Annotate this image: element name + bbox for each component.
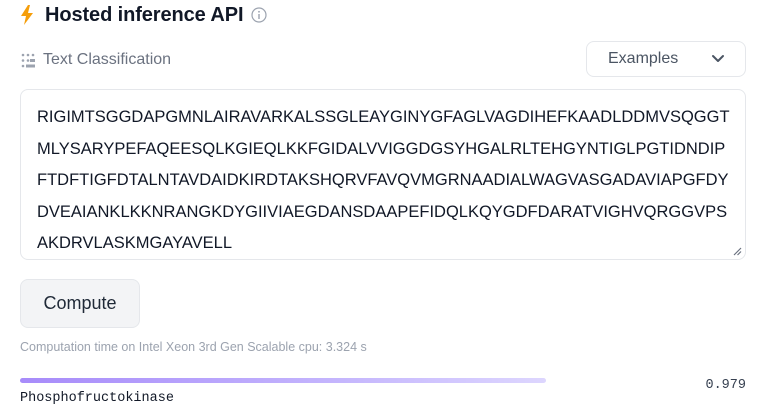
compute-button[interactable]: Compute <box>20 279 140 328</box>
computation-time: Computation time on Intel Xeon 3rd Gen S… <box>20 340 367 354</box>
result-label: Phosphofructokinase <box>20 391 174 406</box>
result-score: 0.979 <box>705 378 746 393</box>
task-type: Text Classification <box>20 49 171 71</box>
sequence-input[interactable]: RIGIMTSGGDAPGMNLAIRAVARKALSSGLEAYGINYGFA… <box>20 89 746 260</box>
examples-label: Examples <box>608 50 679 67</box>
widget-header: Hosted inference API <box>20 2 268 28</box>
info-icon[interactable] <box>251 7 268 23</box>
widget-title: Hosted inference API <box>45 3 244 26</box>
result-bar-track <box>20 378 557 383</box>
chevron-down-icon <box>712 55 724 62</box>
text-classification-icon <box>21 53 35 67</box>
examples-dropdown[interactable]: Examples <box>586 41 746 77</box>
task-label: Text Classification <box>43 51 172 68</box>
sequence-input-value: RIGIMTSGGDAPGMNLAIRAVARKALSSGLEAYGINYGFA… <box>37 108 730 252</box>
lightning-icon <box>21 5 33 25</box>
result-bar <box>20 378 546 383</box>
resize-handle-icon[interactable] <box>732 246 742 256</box>
